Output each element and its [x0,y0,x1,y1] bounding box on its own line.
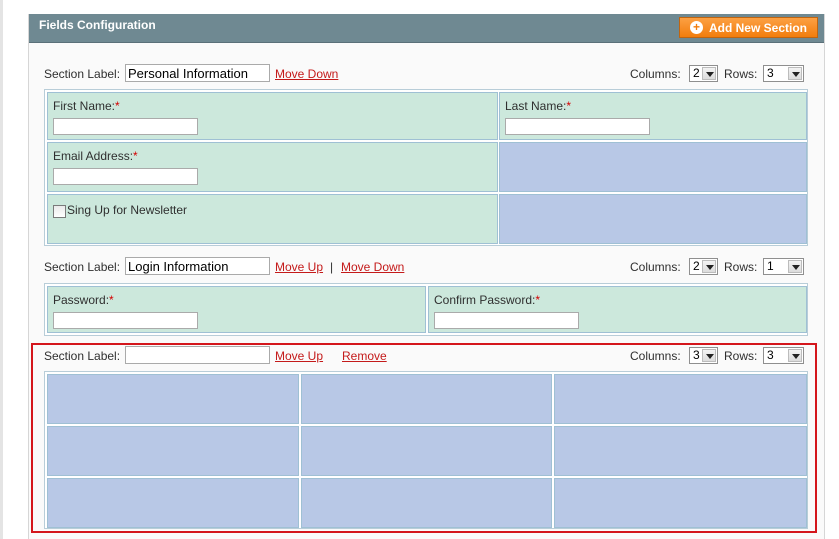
first-name-label: First Name:* [53,99,120,113]
left-border [0,0,3,539]
section-1-move-down-link[interactable]: Move Down [275,67,338,81]
section-label-caption: Section Label: [44,349,121,363]
section-2-move-up-link[interactable]: Move Up [275,260,323,274]
section-3-columns-select[interactable]: 3 [689,347,718,364]
plus-circle-icon: + [689,21,703,34]
section-3-grid [44,371,808,529]
field-cell-first-name[interactable]: First Name:* [47,92,498,140]
email-text: Email Address: [53,149,134,163]
empty-cell[interactable] [554,478,807,528]
first-name-text: First Name: [53,99,116,113]
newsletter-checkbox[interactable] [53,205,66,218]
last-name-label: Last Name:* [505,99,571,113]
required-mark: * [535,293,541,307]
columns-caption: Columns: [630,260,681,274]
empty-cell[interactable] [47,478,299,528]
chevron-down-icon [788,349,802,362]
section-3-move-up-link[interactable]: Move Up [275,349,323,363]
empty-cell[interactable] [554,374,807,424]
section-2-columns-select[interactable]: 2 [689,258,718,275]
section-1-rows-select[interactable]: 3 [763,65,804,82]
empty-cell[interactable] [301,478,552,528]
section-3-toolbar: Section Label: Move Up Remove Columns: 3… [44,346,806,366]
password-text: Password: [53,293,110,307]
empty-cell[interactable] [301,374,552,424]
confirm-password-input[interactable] [434,312,579,329]
empty-cell[interactable] [554,426,807,476]
section-2-grid: Password:* Confirm Password:* [44,283,808,336]
email-input[interactable] [53,168,198,185]
section-3-rows-select[interactable]: 3 [763,347,804,364]
field-cell-last-name[interactable]: Last Name:* [499,92,807,140]
section-1-rows-value: 3 [767,66,774,80]
section-3-rows-value: 3 [767,348,774,362]
section-1-label-input[interactable] [125,64,270,82]
add-new-section-button[interactable]: + Add New Section [679,17,818,38]
required-mark: * [566,99,572,113]
chevron-down-icon [788,260,802,273]
rows-caption: Rows: [724,349,758,363]
section-1-columns-value: 2 [693,66,700,80]
section-3-columns-value: 3 [693,348,700,362]
required-mark: * [109,293,114,307]
chevron-down-icon [702,67,716,80]
section-3-remove-link[interactable]: Remove [342,349,387,363]
rows-caption: Rows: [724,260,758,274]
email-label: Email Address:* [53,149,138,163]
newsletter-label: Sing Up for Newsletter [67,203,188,217]
last-name-input[interactable] [505,118,650,135]
columns-caption: Columns: [630,349,681,363]
section-2-columns-value: 2 [693,259,700,273]
field-cell-newsletter[interactable]: Sing Up for Newsletter [47,194,498,244]
empty-cell[interactable] [499,194,807,244]
section-3-label-input[interactable] [125,346,270,364]
confirm-password-label: Confirm Password:* [434,293,540,307]
section-2-rows-select[interactable]: 1 [763,258,804,275]
add-new-section-label: Add New Section [708,20,807,35]
rows-caption: Rows: [724,67,758,81]
empty-cell[interactable] [47,426,299,476]
link-separator: | [330,260,334,274]
columns-caption: Columns: [630,67,681,81]
section-2-move-down-link[interactable]: Move Down [341,260,404,274]
section-1-columns-select[interactable]: 2 [689,65,718,82]
password-input[interactable] [53,312,198,329]
section-label-caption: Section Label: [44,67,121,81]
section-1-grid: First Name:* Last Name:* Email Address:*… [44,89,808,246]
chevron-down-icon [788,67,802,80]
required-mark: * [133,149,138,163]
field-cell-password[interactable]: Password:* [47,286,426,333]
section-2-toolbar: Section Label: Move Up | Move Down Colum… [44,257,806,277]
required-mark: * [115,99,120,113]
empty-cell[interactable] [47,374,299,424]
panel-title: Fields Configuration [39,18,156,32]
panel-header: Fields Configuration + Add New Section [29,14,824,43]
last-name-text: Last Name: [505,99,567,113]
section-1-toolbar: Section Label: Move Down Columns: 2 Rows… [44,64,806,84]
chevron-down-icon [702,349,716,362]
field-cell-email[interactable]: Email Address:* [47,142,498,192]
field-cell-confirm-password[interactable]: Confirm Password:* [428,286,807,333]
empty-cell[interactable] [301,426,552,476]
password-label: Password:* [53,293,114,307]
empty-cell[interactable] [499,142,807,192]
first-name-input[interactable] [53,118,198,135]
confirm-password-text: Confirm Password: [434,293,536,307]
chevron-down-icon [702,260,716,273]
section-2-label-input[interactable] [125,257,270,275]
section-2-rows-value: 1 [767,259,774,273]
section-label-caption: Section Label: [44,260,121,274]
